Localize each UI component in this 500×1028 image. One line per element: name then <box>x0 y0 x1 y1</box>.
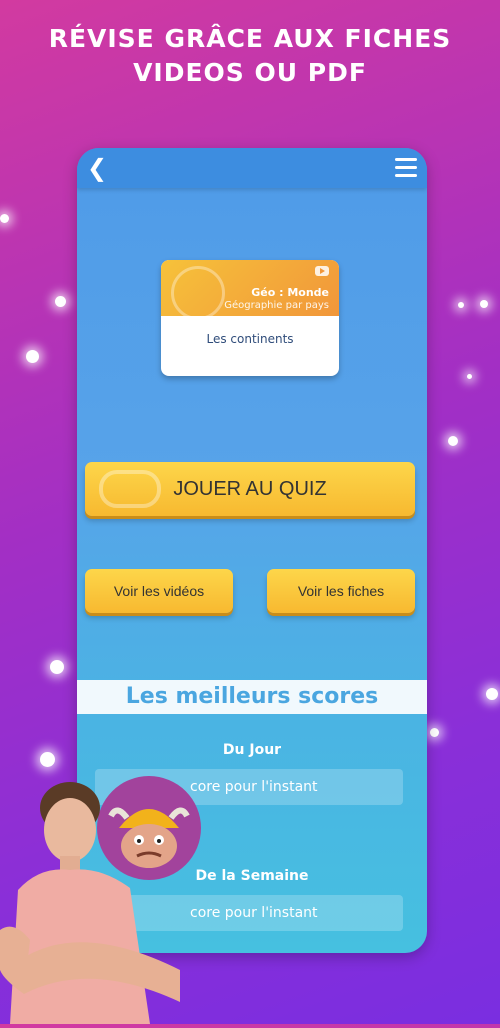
card-title: Les continents <box>206 332 294 346</box>
play-quiz-label: JOUER AU QUIZ <box>173 478 327 500</box>
hamburger-menu-icon[interactable] <box>395 158 417 182</box>
sparkle-decoration <box>40 752 55 767</box>
sparkle-decoration <box>430 728 439 737</box>
sparkle-decoration <box>55 296 66 307</box>
view-sheets-label: Voir les fiches <box>297 583 385 599</box>
sparkle-decoration <box>467 374 472 379</box>
headline-line-2: VIDEOS OU PDF <box>133 58 367 87</box>
best-scores-heading: Les meilleurs scores <box>77 680 427 714</box>
sparkle-decoration <box>50 660 64 674</box>
view-videos-button[interactable]: Voir les vidéos <box>85 569 233 613</box>
card-banner-subtitle: Géographie par pays <box>224 300 329 311</box>
student-photo <box>0 770 190 1024</box>
sparkle-decoration <box>486 688 498 700</box>
card-banner: Géo : Monde Géographie par pays <box>161 260 339 320</box>
app-bar: ❮ <box>77 148 427 188</box>
lesson-card[interactable]: Géo : Monde Géographie par pays Les cont… <box>161 260 339 376</box>
sparkle-decoration <box>26 350 39 363</box>
promo-headline: RÉVISE GRÂCE AUX FICHES VIDEOS OU PDF <box>0 22 500 90</box>
globe-icon <box>171 266 225 320</box>
play-video-icon <box>315 266 329 276</box>
play-quiz-button[interactable]: JOUER AU QUIZ <box>85 462 415 516</box>
card-banner-title: Géo : Monde <box>251 286 329 299</box>
view-videos-label: Voir les vidéos <box>113 583 205 599</box>
headline-line-1: RÉVISE GRÂCE AUX FICHES <box>48 24 452 53</box>
sparkle-decoration <box>480 300 488 308</box>
back-chevron-icon[interactable]: ❮ <box>87 154 107 182</box>
view-sheets-button[interactable]: Voir les fiches <box>267 569 415 613</box>
sparkle-decoration <box>448 436 458 446</box>
sparkle-decoration <box>0 214 9 223</box>
sparkle-decoration <box>458 302 464 308</box>
daily-scores-label: Du Jour <box>222 742 282 758</box>
gamepad-icon <box>99 470 161 508</box>
